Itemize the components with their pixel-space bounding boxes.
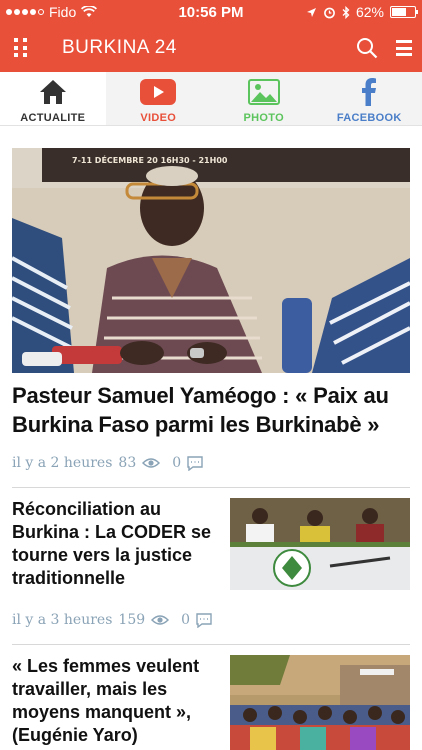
article-meta: il y a 3 heures 159 0 (12, 610, 410, 630)
eye-icon (151, 615, 170, 625)
tab-actualite[interactable]: ACTUALITE (0, 72, 106, 125)
location-arrow-icon (306, 7, 316, 17)
status-bar: Fido 10:56 PM 62% (0, 0, 422, 24)
grid-icon[interactable] (14, 38, 30, 58)
alarm-icon (324, 7, 335, 18)
views-count: 83 (118, 455, 137, 471)
tab-label: VIDEO (140, 112, 177, 124)
article-title[interactable]: « Les femmes veulent travailler, mais le… (12, 655, 222, 750)
list-item[interactable]: « Les femmes veulent travailler, mais le… (12, 655, 410, 750)
banner-text: 7-11 DÉCEMBRE 20 16H30 - 21H00 (72, 154, 228, 165)
tab-facebook[interactable]: FACEBOOK (317, 72, 422, 125)
tab-video[interactable]: VIDEO (106, 72, 212, 125)
hero-article-title[interactable]: Pasteur Samuel Yaméogo : « Paix au Burki… (12, 381, 410, 439)
comment-icon[interactable] (196, 612, 212, 628)
tab-label: PHOTO (243, 112, 284, 124)
battery-icon (390, 6, 418, 18)
battery-percent: 62% (355, 4, 384, 20)
app-bar: BURKINA 24 (0, 24, 422, 72)
list-item[interactable]: Réconciliation au Burkina : La CODER se … (12, 498, 410, 590)
hamburger-menu-icon[interactable] (396, 40, 412, 56)
facebook-icon (351, 78, 387, 106)
news-feed: 7-11 DÉCEMBRE 20 16H30 - 21H00 Pasteur S… (12, 148, 410, 750)
category-tabs: ACTUALITE VIDEO PHOTO FACEBOOK (0, 72, 422, 126)
divider (12, 487, 410, 488)
hero-article-image[interactable]: 7-11 DÉCEMBRE 20 16H30 - 21H00 (12, 148, 410, 373)
article-time: il y a 2 heures (12, 455, 113, 471)
comments-count: 0 (181, 612, 191, 628)
tab-label: ACTUALITE (20, 112, 86, 124)
article-thumbnail[interactable] (230, 498, 410, 590)
article-thumbnail[interactable] (230, 655, 410, 750)
article-time: il y a 3 heures (12, 612, 113, 628)
status-right: 62% (306, 4, 418, 20)
eye-icon (142, 458, 161, 468)
views-count: 159 (118, 612, 146, 628)
comment-icon[interactable] (187, 455, 203, 471)
app-title: BURKINA 24 (62, 37, 177, 58)
tab-label: FACEBOOK (336, 112, 402, 124)
search-icon[interactable] (356, 37, 378, 59)
tab-photo[interactable]: PHOTO (211, 72, 317, 125)
bluetooth-icon (342, 5, 350, 19)
divider (12, 644, 410, 645)
comments-count: 0 (172, 455, 182, 471)
article-title[interactable]: Réconciliation au Burkina : La CODER se … (12, 498, 222, 590)
play-icon (140, 78, 177, 106)
hero-article-meta: il y a 2 heures 83 0 (12, 453, 410, 473)
photo-icon (246, 78, 282, 106)
home-icon (35, 78, 71, 106)
